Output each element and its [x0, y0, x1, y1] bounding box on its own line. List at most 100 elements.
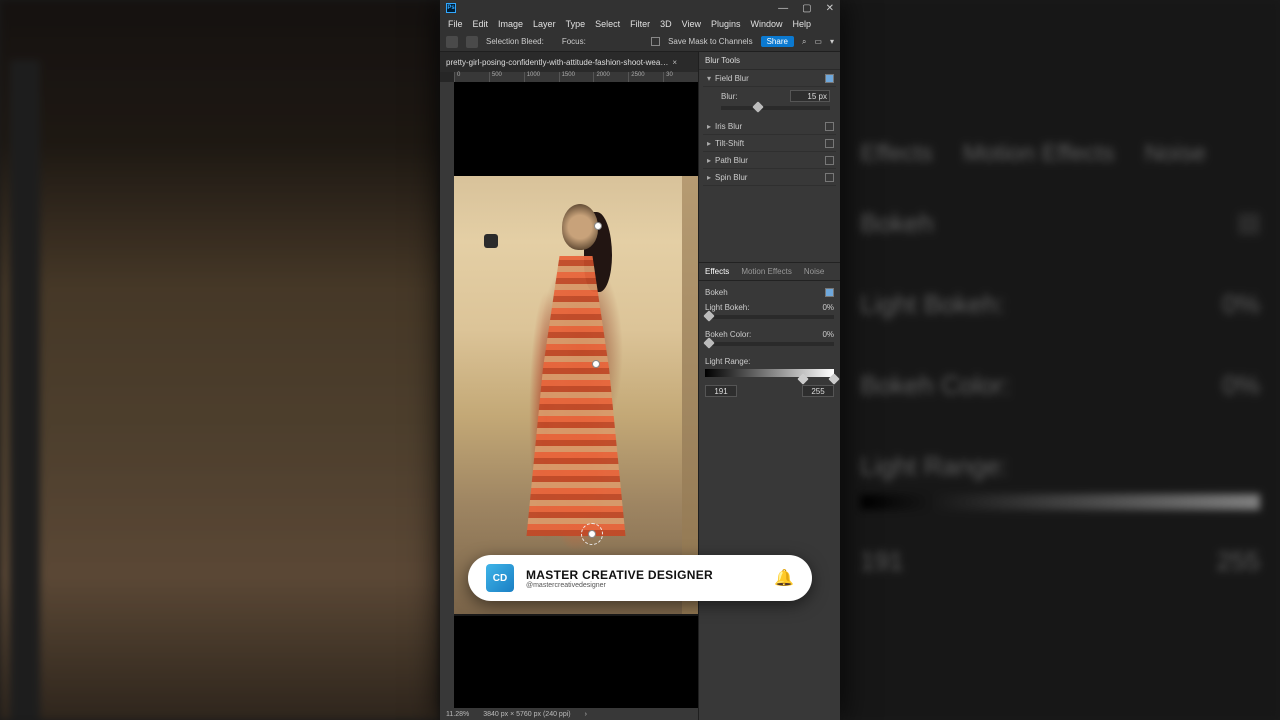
canvas-letterbox-bottom [454, 616, 698, 708]
field-blur-checkbox[interactable] [825, 74, 834, 83]
blur-tool-tilt-shift[interactable]: ▸ Tilt-Shift [703, 135, 836, 152]
titlebar: Ps — ▢ ✕ [440, 0, 840, 16]
menu-select[interactable]: Select [595, 19, 620, 29]
search-icon[interactable]: ⌕ [802, 37, 806, 47]
menu-edit[interactable]: Edit [473, 19, 489, 29]
blur-tool-label: Field Blur [715, 74, 825, 83]
bokeh-color-label: Bokeh Color: [705, 330, 751, 339]
blur-slider-thumb[interactable] [752, 101, 763, 112]
ruler-mark: 2000 [593, 72, 628, 82]
bg-bokeh-color-value: 0% [1222, 370, 1260, 401]
field-blur-controls: Blur: [703, 87, 836, 118]
blur-tool-label: Iris Blur [715, 122, 825, 131]
bg-tab-noise: Noise [1145, 140, 1206, 168]
bg-range-high: 255 [1217, 546, 1260, 577]
photoshop-window: Ps — ▢ ✕ File Edit Image Layer Type Sele… [440, 0, 840, 720]
channel-title: MASTER CREATIVE DESIGNER [526, 568, 713, 582]
bg-light-range-label: Light Range: [860, 451, 1260, 482]
tab-effects[interactable]: Effects [705, 267, 729, 276]
bokeh-label: Bokeh [705, 288, 728, 297]
light-range-high-input[interactable] [802, 385, 834, 397]
workspace-icon[interactable]: ▾ [830, 37, 834, 46]
blur-tools-title: Blur Tools [699, 52, 840, 70]
ruler-mark: 30 [663, 72, 698, 82]
ps-app-icon: Ps [446, 3, 456, 13]
statusbar-chevron-icon[interactable]: › [585, 711, 587, 718]
expand-icon[interactable]: ▸ [703, 156, 715, 165]
blur-tool-iris-blur[interactable]: ▸ Iris Blur [703, 118, 836, 135]
blur-tool-path-blur[interactable]: ▸ Path Blur [703, 152, 836, 169]
ruler-mark: 500 [489, 72, 524, 82]
blur-pin-1[interactable] [594, 222, 602, 230]
path-blur-checkbox[interactable] [825, 156, 834, 165]
bg-light-bokeh-value: 0% [1222, 289, 1260, 320]
minimize-button[interactable]: — [778, 3, 788, 14]
blur-value-input[interactable] [790, 90, 830, 102]
maximize-button[interactable]: ▢ [802, 3, 811, 14]
ruler-vertical [440, 82, 454, 708]
light-bokeh-slider[interactable] [705, 315, 834, 319]
ruler-horizontal: 0 500 1000 1500 2000 2500 30 [454, 72, 698, 82]
zoom-value[interactable]: 11.28% [446, 711, 469, 718]
blur-label: Blur: [721, 92, 737, 101]
ruler-mark: 1500 [559, 72, 594, 82]
share-button[interactable]: Share [761, 36, 794, 47]
document-tab[interactable]: pretty-girl-posing-confidently-with-atti… [446, 58, 668, 67]
options-bar: Selection Bleed: Focus: Save Mask to Cha… [440, 32, 840, 52]
bokeh-checkbox[interactable] [825, 288, 834, 297]
menu-plugins[interactable]: Plugins [711, 19, 741, 29]
expand-icon[interactable]: ▸ [703, 139, 715, 148]
light-range-thumb-high[interactable] [828, 373, 839, 384]
canvas[interactable] [454, 82, 698, 708]
menu-window[interactable]: Window [751, 19, 783, 29]
arrange-icon[interactable]: ▭ [814, 37, 822, 46]
light-bokeh-value: 0% [822, 303, 834, 312]
blur-pin-ring[interactable] [581, 523, 603, 545]
menu-help[interactable]: Help [793, 19, 812, 29]
channel-logo: CD [486, 564, 514, 592]
bg-bokeh-color-label: Bokeh Color: [860, 370, 1010, 401]
bokeh-color-slider[interactable] [705, 342, 834, 346]
expand-icon[interactable]: ▸ [703, 122, 715, 131]
menu-image[interactable]: Image [498, 19, 523, 29]
tilt-shift-checkbox[interactable] [825, 139, 834, 148]
blur-tool-spin-blur[interactable]: ▸ Spin Blur [703, 169, 836, 186]
ruler-mark: 2500 [628, 72, 663, 82]
light-range-low-input[interactable] [705, 385, 737, 397]
save-mask-label: Save Mask to Channels [668, 37, 753, 46]
effects-tabset: Effects Motion Effects Noise [699, 262, 840, 281]
blur-tool-label: Tilt-Shift [715, 139, 825, 148]
ruler-mark: 0 [454, 72, 489, 82]
blur-tool-field-blur[interactable]: ▾ Field Blur [703, 70, 836, 87]
home-icon[interactable] [446, 36, 458, 48]
iris-blur-checkbox[interactable] [825, 122, 834, 131]
menu-layer[interactable]: Layer [533, 19, 556, 29]
pin-icon[interactable] [466, 36, 478, 48]
menubar: File Edit Image Layer Type Select Filter… [440, 16, 840, 32]
bg-light-range-bar [860, 494, 1260, 510]
save-mask-checkbox[interactable] [651, 37, 660, 46]
expand-icon[interactable]: ▸ [703, 173, 715, 182]
bell-icon[interactable]: 🔔 [774, 568, 794, 588]
background-right-blur: Effects Motion Effects Noise Bokeh Light… [840, 0, 1280, 720]
bg-tab-motion: Motion Effects [963, 140, 1115, 168]
menu-filter[interactable]: Filter [630, 19, 650, 29]
tab-motion-effects[interactable]: Motion Effects [741, 267, 792, 276]
photo-dress [521, 256, 631, 536]
bg-bokeh-label: Bokeh [860, 208, 934, 239]
menu-3d[interactable]: 3D [660, 19, 672, 29]
blur-slider[interactable] [721, 106, 830, 110]
spin-blur-checkbox[interactable] [825, 173, 834, 182]
menu-view[interactable]: View [682, 19, 701, 29]
menu-type[interactable]: Type [566, 19, 586, 29]
close-window-button[interactable]: ✕ [826, 3, 834, 14]
tab-close-icon[interactable]: × [672, 58, 677, 67]
blur-pin-2[interactable] [592, 360, 600, 368]
light-range-slider[interactable] [705, 369, 834, 377]
light-range-thumb-low[interactable] [797, 373, 808, 384]
expand-icon[interactable]: ▾ [703, 74, 715, 83]
menu-file[interactable]: File [448, 19, 463, 29]
canvas-letterbox-top [454, 82, 698, 176]
tab-noise[interactable]: Noise [804, 267, 824, 276]
blur-tool-label: Spin Blur [715, 173, 825, 182]
